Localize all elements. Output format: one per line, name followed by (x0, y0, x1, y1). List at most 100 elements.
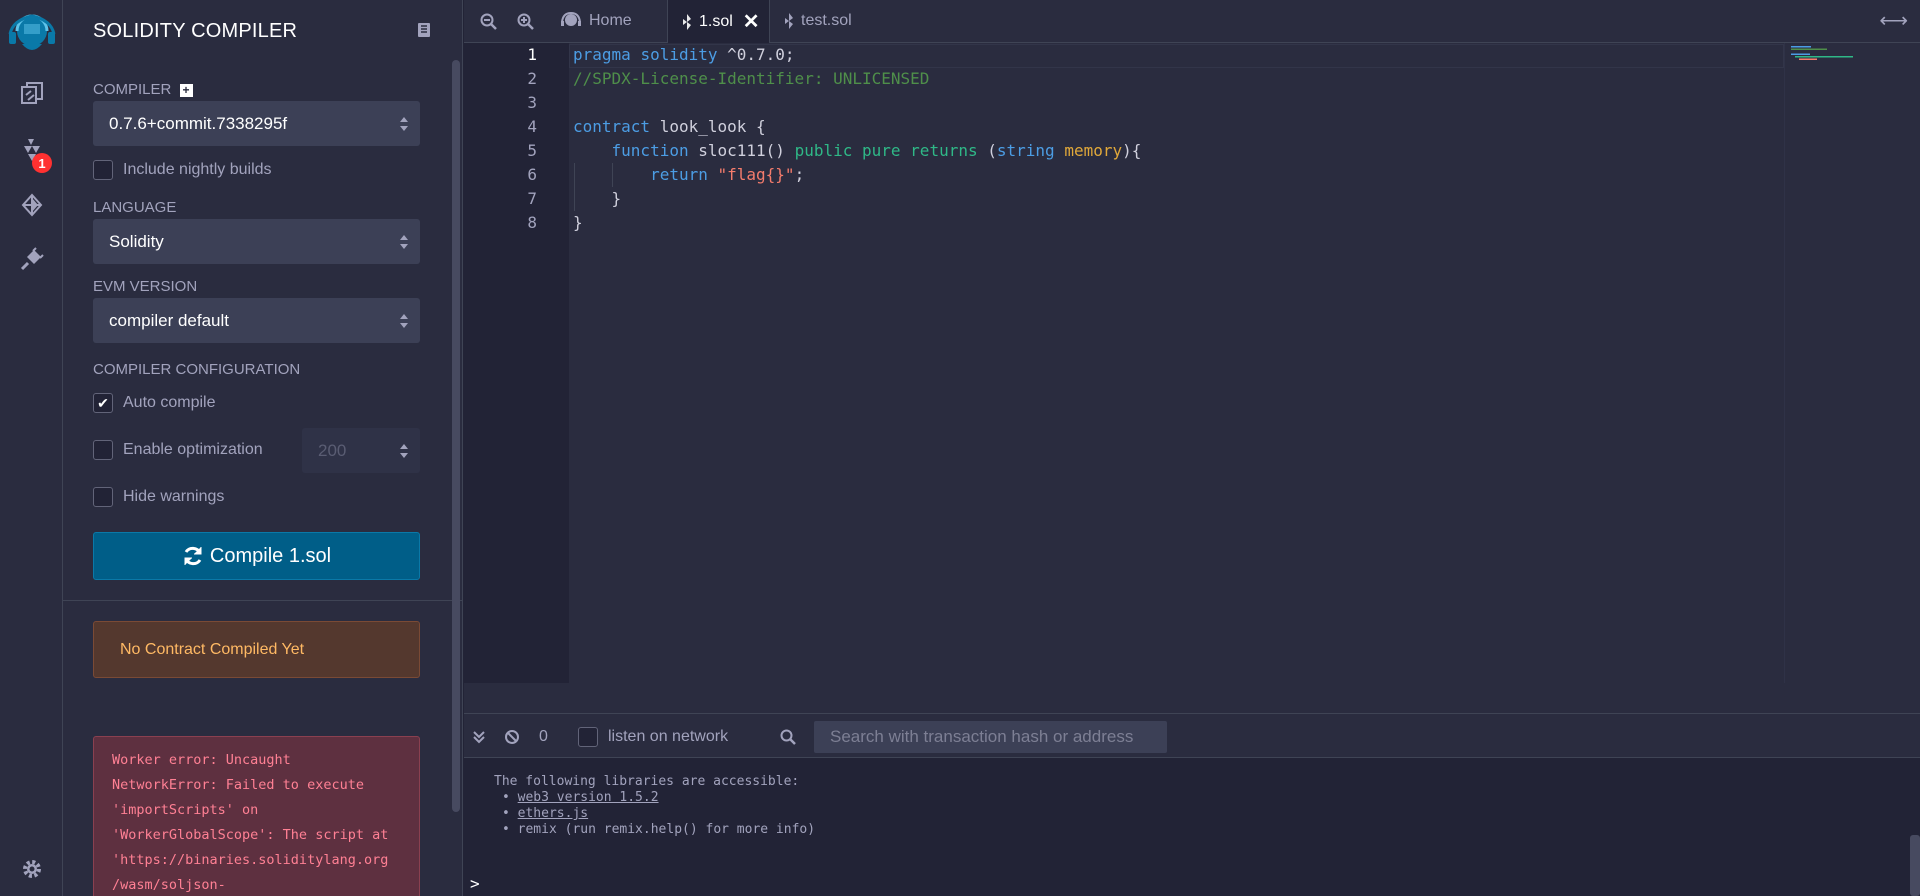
solidity-file-icon (683, 13, 691, 30)
nightly-builds-label: Include nightly builds (123, 161, 272, 178)
solidity-compiler-icon[interactable]: 1 (0, 125, 63, 175)
nightly-builds-checkbox[interactable] (93, 160, 113, 180)
listen-network-label: listen on network (608, 727, 729, 745)
add-custom-compiler-icon[interactable]: + (179, 83, 193, 97)
code-line-8: } (573, 213, 583, 232)
search-placeholder: Search with transaction hash or address (830, 727, 1134, 746)
line-number: 7 (527, 189, 537, 208)
panel-title: SOLIDITY COMPILER (93, 20, 298, 42)
terminal-lib-web3: • web3 version 1.5.2 (502, 790, 659, 805)
tab-bar: Home 1.sol ✕ test.sol ⟷ (464, 0, 1920, 43)
line-number: 8 (527, 213, 537, 232)
select-arrows-icon (400, 117, 408, 131)
editor-scrollbar[interactable] (1904, 43, 1920, 683)
optimization-checkbox[interactable] (93, 440, 113, 460)
optimization-runs-value: 200 (318, 440, 347, 460)
documentation-icon[interactable] (417, 22, 431, 43)
settings-gear-icon[interactable] (0, 844, 63, 894)
compiler-label: COMPILER + (93, 81, 193, 98)
nightly-builds-row[interactable]: Include nightly builds (93, 160, 272, 180)
code-line-2: //SPDX-License-Identifier: UNLICENSED (573, 69, 930, 88)
expand-horizontal-icon[interactable]: ⟷ (1879, 8, 1908, 33)
code-line-6: return "flag{}"; (650, 165, 805, 184)
line-number: 4 (527, 117, 537, 136)
language-label: LANGUAGE (93, 199, 177, 216)
code-line-1: pragma solidity ^0.7.0; (573, 45, 795, 64)
hide-warnings-label: Hide warnings (123, 488, 225, 505)
collapse-terminal-icon[interactable] (472, 714, 486, 759)
code-minimap[interactable] (1784, 43, 1904, 683)
auto-compile-checkbox[interactable]: ✔ (93, 393, 113, 413)
tab-home[interactable]: Home (546, 0, 668, 42)
remix-logo-icon[interactable] (0, 8, 63, 58)
listen-network-row[interactable]: listen on network (578, 714, 728, 759)
terminal-lib-remix: • remix (run remix.help() for more info) (502, 822, 816, 837)
home-remix-icon (561, 12, 581, 26)
auto-compile-row[interactable]: ✔ Auto compile (93, 393, 216, 413)
terminal-lib-ethers: • ethers.js (502, 806, 589, 821)
line-number: 1 (527, 45, 537, 64)
web3-link[interactable]: web3 version 1.5.2 (518, 790, 659, 805)
remix-lib-text: remix (run remix.help() for more info) (517, 822, 816, 837)
pending-tx-count: 0 (539, 727, 548, 745)
compile-button-label: Compile 1.sol (209, 544, 332, 567)
code-line-4: contract look_look { (573, 117, 766, 136)
tab-test-sol[interactable]: test.sol (770, 0, 890, 42)
line-number: 2 (527, 69, 537, 88)
tab-test-sol-label: test.sol (801, 12, 852, 29)
zoom-out-icon[interactable] (480, 13, 497, 35)
line-number: 6 (527, 165, 537, 184)
transaction-search-input[interactable]: Search with transaction hash or address (814, 721, 1167, 753)
auto-compile-label: Auto compile (123, 394, 216, 411)
plugin-manager-icon[interactable] (0, 234, 63, 284)
code-editor[interactable]: pragma solidity ^0.7.0; //SPDX-License-I… (569, 43, 1784, 683)
code-line-5: function sloc111() public pure returns (… (611, 141, 1142, 160)
stepper-arrows-icon[interactable] (400, 443, 408, 459)
compiler-panel: SOLIDITY COMPILER COMPILER + 0.7.6+commi… (63, 0, 463, 896)
search-icon (780, 714, 796, 759)
icon-rail: 1 (0, 0, 63, 896)
line-number: 3 (527, 93, 537, 112)
terminal-resize-bar[interactable] (464, 683, 1920, 713)
optimization-runs-input[interactable]: 200 (302, 428, 420, 473)
clear-console-icon[interactable] (504, 714, 520, 759)
hide-warnings-checkbox[interactable] (93, 487, 113, 507)
worker-error-message: Worker error: Uncaught NetworkError: Fai… (93, 736, 420, 896)
terminal-intro: The following libraries are accessible: (494, 774, 800, 789)
main-area: Home 1.sol ✕ test.sol ⟷ 1 2 3 4 5 6 7 8 … (464, 0, 1920, 896)
compiler-version-select[interactable]: 0.7.6+commit.7338295f (93, 101, 420, 146)
hide-warnings-row[interactable]: Hide warnings (93, 487, 224, 507)
terminal-toolbar: 0 listen on network Search with transact… (464, 713, 1920, 758)
panel-scrollbar[interactable] (452, 60, 460, 812)
ethers-link[interactable]: ethers.js (518, 806, 588, 821)
close-tab-icon[interactable]: ✕ (743, 9, 760, 34)
deploy-run-icon[interactable] (0, 180, 63, 230)
language-select[interactable]: Solidity (93, 219, 420, 264)
optimization-row[interactable]: Enable optimization (93, 440, 263, 460)
terminal-output: The following libraries are accessible: … (464, 758, 1920, 896)
compiler-badge: 1 (32, 153, 52, 173)
select-arrows-icon (400, 235, 408, 249)
zoom-in-icon[interactable] (517, 13, 534, 35)
line-number-gutter: 1 2 3 4 5 6 7 8 (464, 43, 569, 683)
evm-version-label: EVM VERSION (93, 278, 198, 295)
language-value: Solidity (109, 231, 164, 251)
file-explorer-icon[interactable] (0, 68, 63, 118)
solidity-file-icon (785, 13, 793, 29)
sync-icon (184, 546, 202, 566)
terminal-prompt[interactable]: > (470, 874, 480, 893)
optimization-label: Enable optimization (123, 441, 263, 458)
terminal-scrollbar[interactable] (1910, 835, 1920, 896)
code-line-7: } (573, 189, 622, 208)
compile-button[interactable]: Compile 1.sol (93, 532, 420, 580)
tab-1-sol[interactable]: 1.sol ✕ (668, 0, 770, 43)
listen-network-checkbox[interactable] (578, 726, 598, 747)
select-arrows-icon (400, 314, 408, 328)
evm-version-select[interactable]: compiler default (93, 298, 420, 343)
panel-divider (63, 600, 462, 601)
compiler-config-label: COMPILER CONFIGURATION (93, 361, 301, 378)
line-number: 5 (527, 141, 537, 160)
no-contract-warning: No Contract Compiled Yet (93, 621, 420, 678)
evm-version-value: compiler default (109, 310, 230, 330)
compiler-version-value: 0.7.6+commit.7338295f (109, 113, 288, 133)
